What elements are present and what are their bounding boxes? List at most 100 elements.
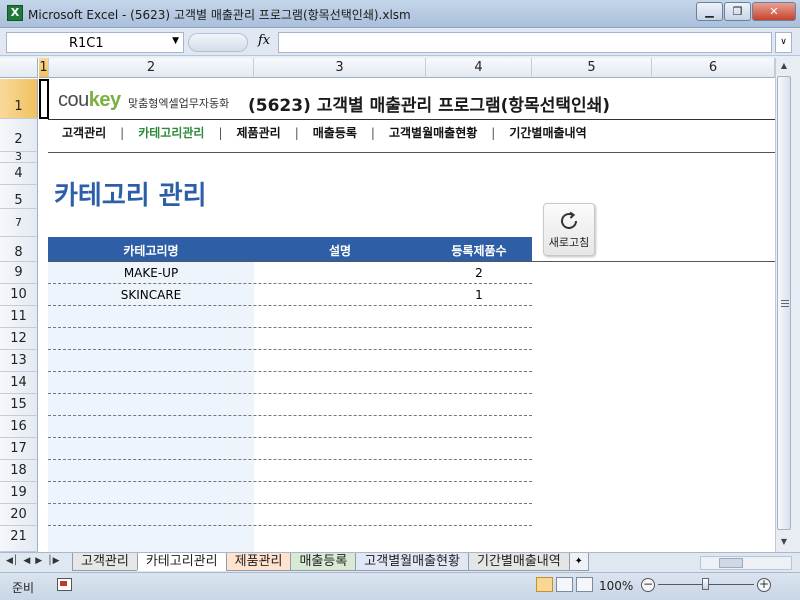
column-header-6[interactable]: 6 [652, 58, 775, 78]
sheet-tabs: 고객관리 카테고리관리 제품관리 매출등록 고객별월매출현황 기간별매출내역 ✦ [72, 553, 589, 571]
active-cell[interactable] [39, 79, 49, 119]
column-header-1[interactable]: 1 [39, 58, 49, 78]
table-row[interactable] [48, 438, 532, 460]
prev-sheet-icon[interactable]: ◀ [23, 556, 30, 566]
excel-app-icon[interactable]: X [7, 5, 23, 21]
table-row[interactable] [48, 328, 532, 350]
vertical-scrollbar[interactable]: ▲ ▼ [775, 58, 792, 552]
table-row[interactable] [48, 482, 532, 504]
table-row[interactable] [48, 416, 532, 438]
insert-sheet-icon[interactable]: ✦ [568, 553, 589, 571]
grip-icon [781, 300, 789, 307]
restore-icon[interactable]: ❐ [724, 2, 751, 21]
column-header-2[interactable]: 2 [49, 58, 254, 78]
row-header-19[interactable]: 19 [0, 482, 38, 504]
tab-product-management[interactable]: 제품관리 [225, 553, 292, 571]
horizontal-scrollbar[interactable] [700, 556, 792, 570]
first-sheet-icon[interactable]: ◀│ [6, 556, 18, 566]
zoom-level[interactable]: 100% [599, 579, 633, 593]
column-header-3[interactable]: 3 [254, 58, 426, 78]
nav-sales-entry[interactable]: 매출등록 [299, 124, 371, 141]
row-header-14[interactable]: 14 [0, 372, 38, 394]
column-header-4[interactable]: 4 [426, 58, 532, 78]
worksheet-grid[interactable]: 1 2 3 4 5 6 1 2 3 4 5 7 8 9 10 11 12 13 … [0, 58, 775, 552]
row-header-18[interactable]: 18 [0, 460, 38, 482]
scroll-down-icon[interactable]: ▼ [776, 534, 792, 550]
chevron-down-icon[interactable]: ▼ [172, 36, 179, 46]
row-header-1[interactable]: 1 [0, 79, 38, 119]
row-header-11[interactable]: 11 [0, 306, 38, 328]
refresh-button[interactable]: 새로고침 [543, 203, 595, 256]
page-layout-view-icon[interactable] [556, 577, 573, 592]
product-count-cell[interactable]: 2 [426, 266, 532, 280]
row-header-16[interactable]: 16 [0, 416, 38, 438]
close-icon[interactable]: ✕ [752, 2, 796, 21]
zoom-slider-thumb[interactable] [702, 578, 709, 590]
table-row[interactable]: SKINCARE 1 [48, 284, 532, 306]
insert-function-icon[interactable]: fx [258, 33, 270, 48]
category-name-cell[interactable]: SKINCARE [48, 288, 254, 302]
row-header-9[interactable]: 9 [0, 262, 38, 284]
row-header-12[interactable]: 12 [0, 328, 38, 350]
page-break-view-icon[interactable] [576, 577, 593, 592]
zoom-out-icon[interactable]: − [641, 578, 655, 592]
nav-product-management[interactable]: 제품관리 [223, 124, 295, 141]
table-row[interactable] [48, 394, 532, 416]
tab-sales-entry[interactable]: 매출등록 [290, 553, 357, 571]
name-box[interactable]: R1C1 ▼ [6, 32, 184, 53]
table-row[interactable] [48, 504, 532, 526]
vertical-scroll-thumb[interactable] [777, 76, 791, 530]
nav-category-management[interactable]: 카테고리관리 [124, 124, 218, 141]
status-bar: 준비 100% − + [0, 572, 800, 600]
header-description: 설명 [328, 244, 352, 258]
next-sheet-icon[interactable]: ▶ [35, 556, 42, 566]
category-name-cell[interactable]: MAKE-UP [48, 266, 254, 280]
row-header-10[interactable]: 10 [0, 284, 38, 306]
row-header-21[interactable]: 21 [0, 526, 38, 552]
table-row[interactable] [48, 350, 532, 372]
window-controls: ▁ ❐ ✕ [696, 2, 796, 21]
row-header-15[interactable]: 15 [0, 394, 38, 416]
normal-view-icon[interactable] [536, 577, 553, 592]
row-header-7[interactable]: 7 [0, 209, 38, 237]
nav-monthly-sales-by-customer[interactable]: 고객별월매출현황 [375, 124, 491, 141]
header-category-name: 카테고리명 [123, 244, 179, 258]
horizontal-scroll-thumb[interactable] [719, 558, 743, 568]
tab-category-management[interactable]: 카테고리관리 [136, 553, 227, 571]
tab-monthly-sales-by-customer[interactable]: 고객별월매출현황 [355, 553, 469, 571]
table-row[interactable] [48, 306, 532, 328]
row-header-20[interactable]: 20 [0, 504, 38, 526]
view-buttons [536, 577, 593, 592]
row-header-2[interactable]: 2 [0, 119, 38, 152]
row-header-17[interactable]: 17 [0, 438, 38, 460]
nav-sales-by-period[interactable]: 기간별매출내역 [495, 124, 600, 141]
formula-bar: R1C1 ▼ fx ∨ [0, 29, 800, 56]
formula-input[interactable] [278, 32, 772, 53]
tab-customer-management[interactable]: 고객관리 [72, 553, 138, 571]
row-header-3[interactable]: 3 [0, 151, 38, 163]
macro-record-icon[interactable] [57, 578, 72, 591]
refresh-icon [561, 211, 577, 229]
column-header-5[interactable]: 5 [532, 58, 652, 78]
row-header-5[interactable]: 5 [0, 185, 38, 209]
select-all-corner[interactable] [0, 58, 38, 78]
row-header-13[interactable]: 13 [0, 350, 38, 372]
expand-formula-bar-icon[interactable]: ∨ [775, 32, 792, 53]
zoom-in-icon[interactable]: + [757, 578, 771, 592]
product-count-cell[interactable]: 1 [426, 288, 532, 302]
title-bar: X Microsoft Excel - (5623) 고객별 매출관리 프로그램… [0, 0, 800, 28]
last-sheet-icon[interactable]: │▶ [47, 556, 59, 566]
tab-sales-by-period[interactable]: 기간별매출내역 [467, 553, 570, 571]
refresh-button-label: 새로고침 [548, 236, 590, 249]
table-header: 카테고리명 설명 등록제품수 [48, 237, 532, 261]
scroll-up-icon[interactable]: ▲ [776, 58, 792, 74]
minimize-icon[interactable]: ▁ [696, 2, 723, 21]
sheet-tab-bar: ◀│ ◀ ▶ │▶ 고객관리 카테고리관리 제품관리 매출등록 고객별월매출현황… [0, 552, 800, 572]
nav-customer-management[interactable]: 고객관리 [48, 124, 120, 141]
table-row[interactable] [48, 460, 532, 482]
row-header-8[interactable]: 8 [0, 237, 38, 262]
row-header-4[interactable]: 4 [0, 163, 38, 185]
table-row[interactable]: MAKE-UP 2 [48, 262, 532, 284]
table-row[interactable] [48, 372, 532, 394]
logo-text-a: cou [58, 89, 89, 111]
